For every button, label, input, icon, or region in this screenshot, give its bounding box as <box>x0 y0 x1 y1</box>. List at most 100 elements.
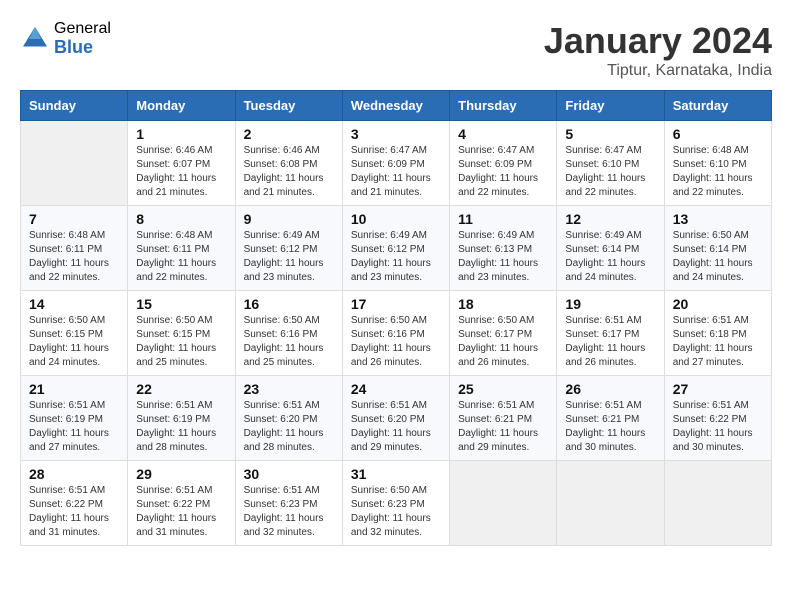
calendar-cell: 9Sunrise: 6:49 AM Sunset: 6:12 PM Daylig… <box>235 206 342 291</box>
calendar-cell: 25 Sunrise: 6:51 AM Sunset: 6:21 PM Dayli… <box>450 376 557 461</box>
logo: General Blue <box>20 20 111 57</box>
day-number: 23 <box>244 381 334 397</box>
day-info: Sunrise: 6:47 AM Sunset: 6:09 PM Dayligh… <box>458 144 548 200</box>
day-number: 28 <box>29 466 119 482</box>
day-number: 13 <box>673 211 763 227</box>
logo-general: General <box>54 20 111 38</box>
calendar-cell: 7Sunrise: 6:48 AM Sunset: 6:11 PM Daylig… <box>21 206 128 291</box>
day-info: Sunrise: 6:50 AM Sunset: 6:16 PM Dayligh… <box>244 314 334 370</box>
column-header-saturday: Saturday <box>664 91 771 121</box>
logo-blue: Blue <box>54 38 111 58</box>
calendar-cell: 20 Sunrise: 6:51 AM Sunset: 6:18 PM Dayli… <box>664 291 771 376</box>
day-number: 1 <box>136 126 226 142</box>
day-info: Sunrise: 6:50 AM Sunset: 6:17 PM Dayligh… <box>458 314 548 370</box>
day-info: Sunrise: 6:47 AM Sunset: 6:09 PM Dayligh… <box>351 144 441 200</box>
day-info: Sunrise: 6:51 AM Sunset: 6:20 PM Dayligh… <box>351 399 441 455</box>
day-number: 10 <box>351 211 441 227</box>
calendar-cell <box>664 461 771 546</box>
day-number: 5 <box>565 126 655 142</box>
day-info: Sunrise: 6:47 AM Sunset: 6:10 PM Dayligh… <box>565 144 655 200</box>
day-number: 4 <box>458 126 548 142</box>
day-info: Sunrise: 6:50 AM Sunset: 6:16 PM Dayligh… <box>351 314 441 370</box>
day-info: Sunrise: 6:48 AM Sunset: 6:11 PM Dayligh… <box>136 229 226 285</box>
calendar-cell: 27 Sunrise: 6:51 AM Sunset: 6:22 PM Dayli… <box>664 376 771 461</box>
day-number: 8 <box>136 211 226 227</box>
day-number: 2 <box>244 126 334 142</box>
week-row-2: 7Sunrise: 6:48 AM Sunset: 6:11 PM Daylig… <box>21 206 772 291</box>
calendar-cell <box>21 121 128 206</box>
calendar-cell: 10 Sunrise: 6:49 AM Sunset: 6:12 PM Dayli… <box>342 206 449 291</box>
calendar-cell: 31Sunrise: 6:50 AM Sunset: 6:23 PM Dayli… <box>342 461 449 546</box>
day-info: Sunrise: 6:51 AM Sunset: 6:22 PM Dayligh… <box>136 484 226 540</box>
day-info: Sunrise: 6:48 AM Sunset: 6:11 PM Dayligh… <box>29 229 119 285</box>
day-info: Sunrise: 6:49 AM Sunset: 6:12 PM Dayligh… <box>244 229 334 285</box>
header-row: SundayMondayTuesdayWednesdayThursdayFrid… <box>21 91 772 121</box>
day-number: 3 <box>351 126 441 142</box>
day-info: Sunrise: 6:50 AM Sunset: 6:15 PM Dayligh… <box>136 314 226 370</box>
day-number: 29 <box>136 466 226 482</box>
day-number: 19 <box>565 296 655 312</box>
calendar-cell: 3 Sunrise: 6:47 AM Sunset: 6:09 PM Daylig… <box>342 121 449 206</box>
calendar-cell: 22 Sunrise: 6:51 AM Sunset: 6:19 PM Dayli… <box>128 376 235 461</box>
logo-icon <box>20 24 50 54</box>
calendar-cell: 28Sunrise: 6:51 AM Sunset: 6:22 PM Dayli… <box>21 461 128 546</box>
page-header: General Blue January 2024 Tiptur, Karnat… <box>20 20 772 80</box>
calendar-cell: 4 Sunrise: 6:47 AM Sunset: 6:09 PM Daylig… <box>450 121 557 206</box>
day-number: 31 <box>351 466 441 482</box>
day-number: 11 <box>458 211 548 227</box>
day-info: Sunrise: 6:51 AM Sunset: 6:21 PM Dayligh… <box>565 399 655 455</box>
day-info: Sunrise: 6:50 AM Sunset: 6:15 PM Dayligh… <box>29 314 119 370</box>
week-row-1: 1 Sunrise: 6:46 AM Sunset: 6:07 PM Daylig… <box>21 121 772 206</box>
calendar-cell: 13 Sunrise: 6:50 AM Sunset: 6:14 PM Dayli… <box>664 206 771 291</box>
location: Tiptur, Karnataka, India <box>544 62 772 80</box>
calendar-cell: 5 Sunrise: 6:47 AM Sunset: 6:10 PM Daylig… <box>557 121 664 206</box>
week-row-5: 28 Sunrise: 6:51 AM Sunset: 6:22 PM Dayli… <box>21 461 772 546</box>
column-header-wednesday: Wednesday <box>342 91 449 121</box>
day-info: Sunrise: 6:50 AM Sunset: 6:14 PM Dayligh… <box>673 229 763 285</box>
day-info: Sunrise: 6:48 AM Sunset: 6:10 PM Dayligh… <box>673 144 763 200</box>
day-info: Sunrise: 6:49 AM Sunset: 6:12 PM Dayligh… <box>351 229 441 285</box>
day-number: 18 <box>458 296 548 312</box>
day-info: Sunrise: 6:51 AM Sunset: 6:20 PM Dayligh… <box>244 399 334 455</box>
column-header-monday: Monday <box>128 91 235 121</box>
day-number: 25 <box>458 381 548 397</box>
day-number: 16 <box>244 296 334 312</box>
day-number: 22 <box>136 381 226 397</box>
day-info: Sunrise: 6:49 AM Sunset: 6:13 PM Dayligh… <box>458 229 548 285</box>
day-info: Sunrise: 6:51 AM Sunset: 6:18 PM Dayligh… <box>673 314 763 370</box>
column-header-friday: Friday <box>557 91 664 121</box>
calendar-cell: 30Sunrise: 6:51 AM Sunset: 6:23 PM Dayli… <box>235 461 342 546</box>
day-info: Sunrise: 6:51 AM Sunset: 6:19 PM Dayligh… <box>136 399 226 455</box>
day-info: Sunrise: 6:51 AM Sunset: 6:21 PM Dayligh… <box>458 399 548 455</box>
day-info: Sunrise: 6:51 AM Sunset: 6:17 PM Dayligh… <box>565 314 655 370</box>
calendar-cell: 21Sunrise: 6:51 AM Sunset: 6:19 PM Dayli… <box>21 376 128 461</box>
month-title: January 2024 <box>544 20 772 62</box>
day-number: 20 <box>673 296 763 312</box>
day-number: 15 <box>136 296 226 312</box>
column-header-sunday: Sunday <box>21 91 128 121</box>
title-block: January 2024 Tiptur, Karnataka, India <box>544 20 772 80</box>
calendar-cell: 12Sunrise: 6:49 AM Sunset: 6:14 PM Dayli… <box>557 206 664 291</box>
day-number: 6 <box>673 126 763 142</box>
calendar-cell: 23 Sunrise: 6:51 AM Sunset: 6:20 PM Dayli… <box>235 376 342 461</box>
calendar-cell: 26 Sunrise: 6:51 AM Sunset: 6:21 PM Dayli… <box>557 376 664 461</box>
calendar-cell: 17 Sunrise: 6:50 AM Sunset: 6:16 PM Dayli… <box>342 291 449 376</box>
day-number: 26 <box>565 381 655 397</box>
calendar-cell <box>450 461 557 546</box>
week-row-3: 14Sunrise: 6:50 AM Sunset: 6:15 PM Dayli… <box>21 291 772 376</box>
day-info: Sunrise: 6:46 AM Sunset: 6:07 PM Dayligh… <box>136 144 226 200</box>
day-number: 24 <box>351 381 441 397</box>
calendar-cell: 19 Sunrise: 6:51 AM Sunset: 6:17 PM Dayli… <box>557 291 664 376</box>
day-info: Sunrise: 6:49 AM Sunset: 6:14 PM Dayligh… <box>565 229 655 285</box>
day-info: Sunrise: 6:51 AM Sunset: 6:22 PM Dayligh… <box>673 399 763 455</box>
day-info: Sunrise: 6:46 AM Sunset: 6:08 PM Dayligh… <box>244 144 334 200</box>
calendar-cell: 24 Sunrise: 6:51 AM Sunset: 6:20 PM Dayli… <box>342 376 449 461</box>
calendar-cell: 14Sunrise: 6:50 AM Sunset: 6:15 PM Dayli… <box>21 291 128 376</box>
calendar-cell: 1 Sunrise: 6:46 AM Sunset: 6:07 PM Daylig… <box>128 121 235 206</box>
column-header-thursday: Thursday <box>450 91 557 121</box>
day-number: 21 <box>29 381 119 397</box>
day-number: 27 <box>673 381 763 397</box>
calendar-cell <box>557 461 664 546</box>
day-number: 17 <box>351 296 441 312</box>
calendar-cell: 2 Sunrise: 6:46 AM Sunset: 6:08 PM Daylig… <box>235 121 342 206</box>
